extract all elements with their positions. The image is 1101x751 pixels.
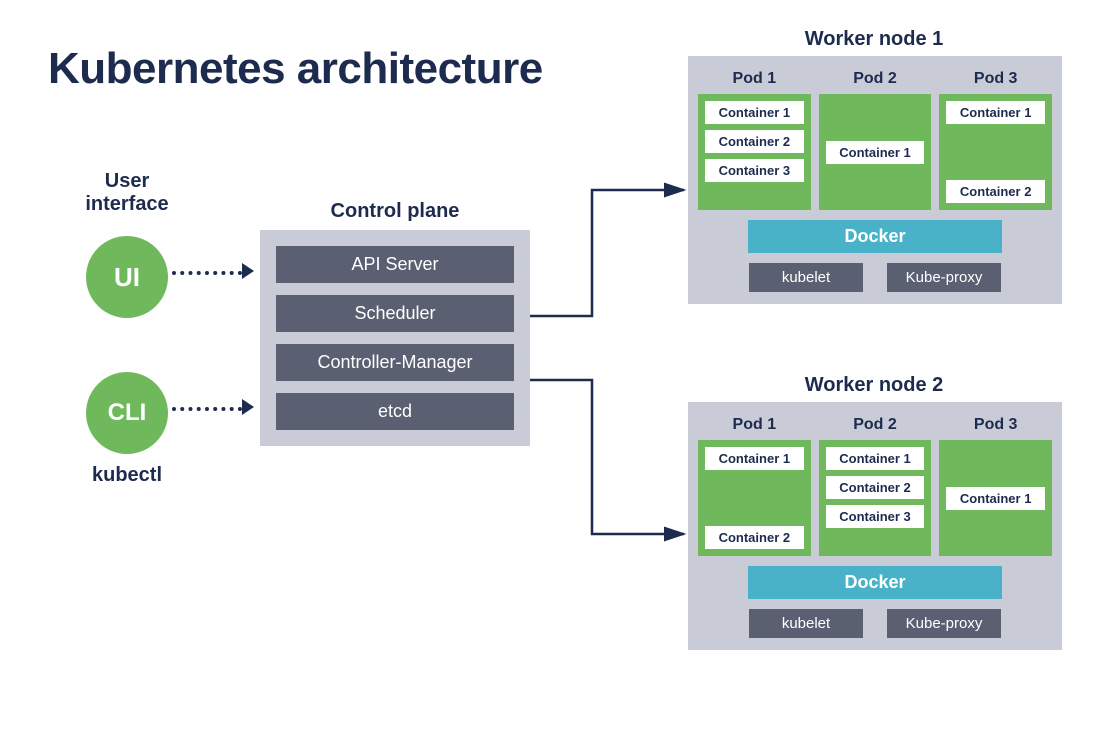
wn1-pod2-col: Pod 2 Container 1 xyxy=(819,66,932,210)
wn2-kube-proxy: Kube-proxy xyxy=(887,609,1001,638)
wn1-pod1-c2: Container 2 xyxy=(704,129,805,154)
wn2-svc-row: kubelet Kube-proxy xyxy=(698,609,1052,638)
wn2-pod1: Container 1 Container 2 xyxy=(698,440,811,556)
wn2-pod2-label: Pod 2 xyxy=(819,412,932,440)
wn2-pod2-c3: Container 3 xyxy=(825,504,926,529)
cp-api-server: API Server xyxy=(276,246,514,283)
wn1-pod3-c2: Container 2 xyxy=(945,179,1046,204)
wn1-pod3-c1: Container 1 xyxy=(945,100,1046,125)
wn1-pod-row: Pod 1 Container 1 Container 2 Container … xyxy=(698,66,1052,210)
wn2-pod3-label: Pod 3 xyxy=(939,412,1052,440)
connector-to-wn2 xyxy=(530,380,684,534)
kubectl-label: kubectl xyxy=(62,464,192,487)
worker-node-2-box: Pod 1 Container 1 Container 2 Pod 2 Cont… xyxy=(688,402,1062,650)
worker-node-1-title: Worker node 1 xyxy=(694,28,1054,51)
wn2-pod1-col: Pod 1 Container 1 Container 2 xyxy=(698,412,811,556)
wn1-pod3-label: Pod 3 xyxy=(939,66,1052,94)
cp-controller-manager: Controller-Manager xyxy=(276,344,514,381)
wn2-pod1-c1: Container 1 xyxy=(704,446,805,471)
connector-to-wn1 xyxy=(530,190,684,316)
wn1-pod2-c1: Container 1 xyxy=(825,140,926,165)
wn1-pod1-c3: Container 3 xyxy=(704,158,805,183)
cp-etcd: etcd xyxy=(276,393,514,430)
wn1-pod2: Container 1 xyxy=(819,94,932,210)
wn1-pod2-label: Pod 2 xyxy=(819,66,932,94)
wn2-pod2-col: Pod 2 Container 1 Container 2 Container … xyxy=(819,412,932,556)
wn2-kubelet: kubelet xyxy=(749,609,863,638)
user-interface-section: User interface UI CLI kubectl xyxy=(62,170,192,487)
worker-node-1-box: Pod 1 Container 1 Container 2 Container … xyxy=(688,56,1062,304)
wn2-pod3-col: Pod 3 Container 1 xyxy=(939,412,1052,556)
wn1-pod3: Container 1 Container 2 xyxy=(939,94,1052,210)
wn1-pod1: Container 1 Container 2 Container 3 xyxy=(698,94,811,210)
wn2-docker: Docker xyxy=(748,566,1002,599)
arrowhead-ui xyxy=(242,263,254,279)
cli-group: CLI kubectl xyxy=(62,372,192,487)
cli-circle: CLI xyxy=(86,372,168,454)
wn2-pod1-c2: Container 2 xyxy=(704,525,805,550)
wn1-docker: Docker xyxy=(748,220,1002,253)
control-plane-box: API Server Scheduler Controller-Manager … xyxy=(260,230,530,446)
wn2-pod-row: Pod 1 Container 1 Container 2 Pod 2 Cont… xyxy=(698,412,1052,556)
dotted-arrow-ui xyxy=(172,271,242,275)
wn1-svc-row: kubelet Kube-proxy xyxy=(698,263,1052,292)
wn2-pod2-c2: Container 2 xyxy=(825,475,926,500)
ui-circle: UI xyxy=(86,236,168,318)
diagram-title: Kubernetes architecture xyxy=(48,44,543,94)
wn1-kube-proxy: Kube-proxy xyxy=(887,263,1001,292)
wn2-pod1-label: Pod 1 xyxy=(698,412,811,440)
wn2-pod3: Container 1 xyxy=(939,440,1052,556)
wn1-kubelet: kubelet xyxy=(749,263,863,292)
cp-scheduler: Scheduler xyxy=(276,295,514,332)
ui-section-heading: User interface xyxy=(62,170,192,216)
control-plane-heading: Control plane xyxy=(260,200,530,223)
arrowhead-cli xyxy=(242,399,254,415)
dotted-arrow-cli xyxy=(172,407,242,411)
wn1-pod1-col: Pod 1 Container 1 Container 2 Container … xyxy=(698,66,811,210)
wn1-pod3-col: Pod 3 Container 1 Container 2 xyxy=(939,66,1052,210)
worker-node-2-title: Worker node 2 xyxy=(694,374,1054,397)
wn1-pod1-label: Pod 1 xyxy=(698,66,811,94)
wn1-pod1-c1: Container 1 xyxy=(704,100,805,125)
wn2-pod3-c1: Container 1 xyxy=(945,486,1046,511)
wn2-pod2: Container 1 Container 2 Container 3 xyxy=(819,440,932,556)
wn2-pod2-c1: Container 1 xyxy=(825,446,926,471)
